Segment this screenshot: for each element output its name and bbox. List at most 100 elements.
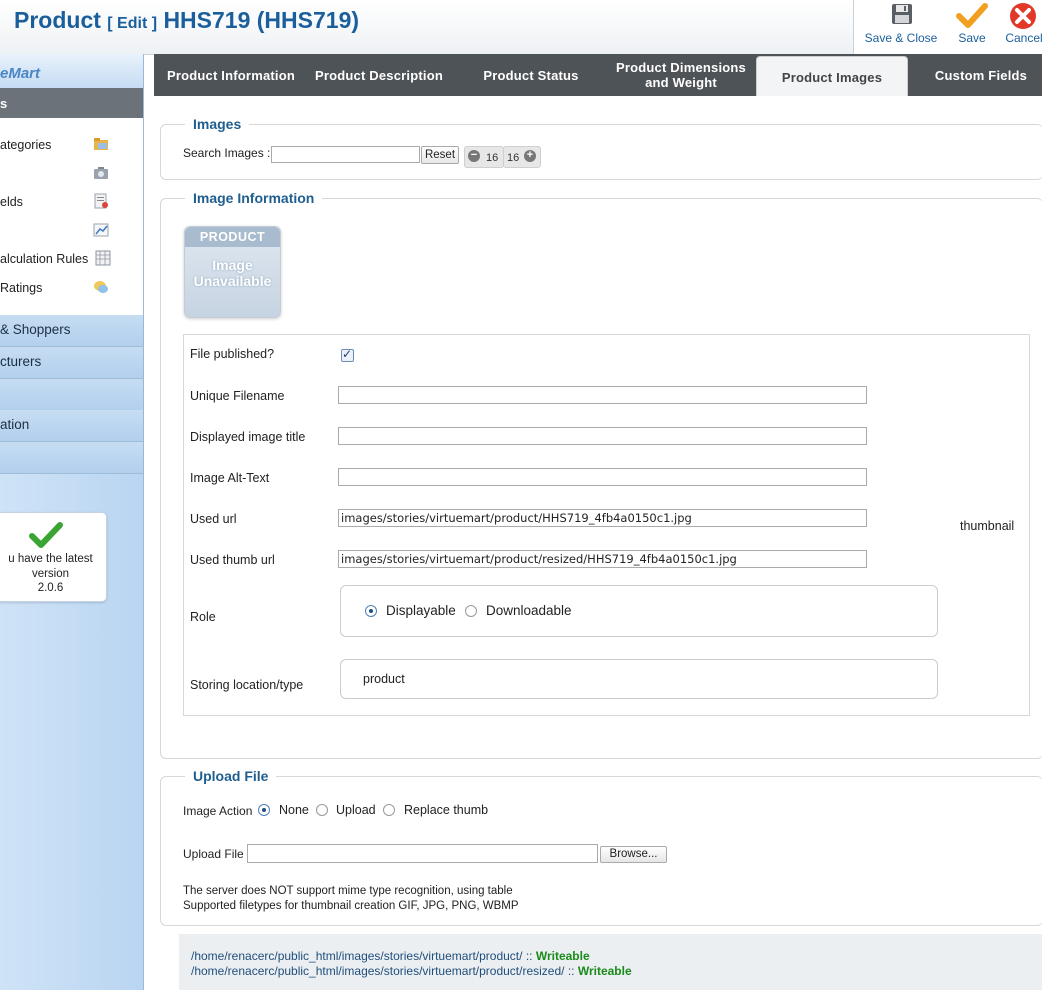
file-published-label: File published?: [190, 347, 275, 361]
alt-text-input[interactable]: [338, 468, 867, 486]
tab-product-dimensions[interactable]: Product Dimensions and Weight: [606, 54, 756, 96]
save-label: Save: [958, 31, 986, 45]
sidebar-item-calculation-rules[interactable]: alculation Rules: [0, 245, 143, 273]
sidebar-item-media[interactable]: [0, 160, 143, 188]
sidebar-item-manufacturers[interactable]: cturers: [0, 347, 143, 379]
tab-product-status[interactable]: Product Status: [456, 54, 606, 96]
path-line-product: /home/renacerc/public_html/images/storie…: [191, 949, 590, 963]
tab-label: Product Status: [483, 67, 579, 83]
calculator-icon: [95, 250, 111, 266]
version-line-1: u have the latest: [8, 553, 93, 565]
search-images-input[interactable]: [271, 146, 420, 163]
search-images-label: Search Images :: [183, 146, 271, 160]
cancel-label: Cancel: [1005, 31, 1042, 45]
sidebar-item-label: & Shoppers: [0, 322, 71, 337]
action-none-radio[interactable]: [258, 804, 270, 816]
sidebar-item-shoppers[interactable]: & Shoppers: [0, 315, 143, 347]
sidebar-item-ratings[interactable]: Ratings: [0, 274, 143, 302]
action-upload-label: Upload: [336, 803, 376, 817]
path-status: Writeable: [535, 949, 590, 963]
used-url-input[interactable]: [338, 509, 867, 527]
floppy-disk-icon: [892, 4, 912, 24]
pager-next-count: 16: [507, 152, 520, 164]
writeable-paths-box: /home/renacerc/public_html/images/storie…: [179, 934, 1042, 990]
image-action-label: Image Action: [183, 804, 253, 818]
filetypes-note: Supported filetypes for thumbnail creati…: [183, 900, 519, 912]
fields-icon: [94, 193, 108, 209]
tab-label: Custom Fields: [934, 67, 1028, 83]
main-content: Images Search Images : Reset − 16 16 + I…: [154, 96, 1042, 990]
version-line-2: version: [31, 568, 70, 580]
camera-icon: [94, 167, 108, 179]
path-separator: ::: [564, 964, 578, 978]
used-thumb-url-input[interactable]: [338, 550, 867, 568]
tab-label: Product Images: [781, 69, 883, 85]
checkmark-icon: [956, 3, 988, 28]
storing-location-value: product: [363, 672, 405, 686]
displayed-title-label: Displayed image title: [190, 430, 306, 444]
alt-text-label: Image Alt-Text: [190, 471, 270, 485]
role-displayable-label: Displayable: [386, 603, 456, 618]
cancel-button[interactable]: Cancel: [1002, 0, 1042, 54]
browse-button[interactable]: Browse...: [600, 846, 667, 863]
action-upload-radio[interactable]: [316, 804, 328, 816]
save-close-button[interactable]: Save & Close: [860, 0, 942, 54]
upload-file-legend: Upload File: [193, 768, 269, 784]
thumbnail-label: thumbnail: [960, 519, 1015, 533]
comment-icon: [94, 281, 108, 293]
pager-prev-count: 16: [486, 152, 499, 164]
logo-text: eMart: [0, 65, 41, 82]
image-unavailable-placeholder: PRODUCT Image Unavailable: [184, 226, 281, 318]
green-check-icon: [29, 522, 63, 548]
sidebar: eMart s ategories elds alculation Rules …: [0, 54, 144, 990]
sidebar-item-tools[interactable]: [0, 442, 143, 474]
file-published-checkbox[interactable]: [341, 347, 354, 362]
unique-filename-input[interactable]: [338, 386, 867, 404]
path-status: Writeable: [577, 964, 632, 978]
reset-button[interactable]: Reset: [421, 146, 459, 164]
sidebar-item-orders[interactable]: [0, 379, 143, 411]
role-downloadable-radio[interactable]: [465, 605, 477, 617]
image-info-table: File published? Unique Filename Displaye…: [183, 334, 1030, 716]
action-none-label: None: [279, 803, 309, 817]
chart-icon: [93, 223, 109, 237]
sidebar-item-label: ation: [0, 417, 30, 432]
sidebar-section-header[interactable]: s: [0, 88, 143, 118]
upload-file-input[interactable]: [247, 844, 598, 863]
role-downloadable-label: Downloadable: [486, 603, 572, 618]
sidebar-item-reports[interactable]: [0, 217, 143, 245]
save-close-label: Save & Close: [864, 31, 938, 45]
save-button[interactable]: Save: [952, 0, 992, 54]
unique-filename-label: Unique Filename: [190, 389, 285, 403]
pager-prev[interactable]: − 16: [464, 146, 504, 168]
images-legend: Images: [193, 116, 242, 132]
sidebar-item-label: alculation Rules: [0, 252, 89, 266]
sidebar-item-label: ategories: [0, 138, 52, 152]
sidebar-item-configuration[interactable]: ation: [0, 410, 143, 442]
tab-custom-fields[interactable]: Custom Fields: [909, 54, 1042, 96]
tab-product-images[interactable]: Product Images: [756, 56, 908, 97]
tab-label: Product Information: [166, 67, 296, 83]
tab-product-description[interactable]: Product Description: [306, 54, 452, 96]
sidebar-item-categories[interactable]: ategories: [0, 131, 143, 159]
plus-icon: +: [524, 150, 536, 162]
tab-label: Product Description: [314, 67, 444, 83]
path-text: /home/renacerc/public_html/images/storie…: [191, 964, 565, 978]
sidebar-item-fields[interactable]: elds: [0, 188, 143, 216]
page-header: Product [ Edit ] HHS719 (HHS719) Save & …: [0, 0, 1042, 55]
version-number: 2.0.6: [37, 582, 64, 594]
sidebar-item-label: cturers: [0, 354, 42, 369]
cancel-icon: [1010, 3, 1036, 29]
placeholder-line-2: Unavailable: [193, 273, 272, 289]
pager-next[interactable]: 16 +: [503, 146, 541, 168]
displayed-title-input[interactable]: [338, 427, 867, 445]
role-displayable-radio[interactable]: [365, 605, 377, 617]
path-separator: ::: [522, 949, 536, 963]
page-title-main: Product: [14, 7, 101, 33]
placeholder-product: PRODUCT: [185, 227, 280, 247]
tab-bar: Product Information Product Description …: [154, 54, 1042, 97]
sidebar-logo: eMart: [0, 54, 143, 88]
tab-product-information[interactable]: Product Information: [158, 54, 304, 96]
action-replace-thumb-radio[interactable]: [383, 804, 395, 816]
page-title-edit: [ Edit ]: [107, 15, 158, 32]
